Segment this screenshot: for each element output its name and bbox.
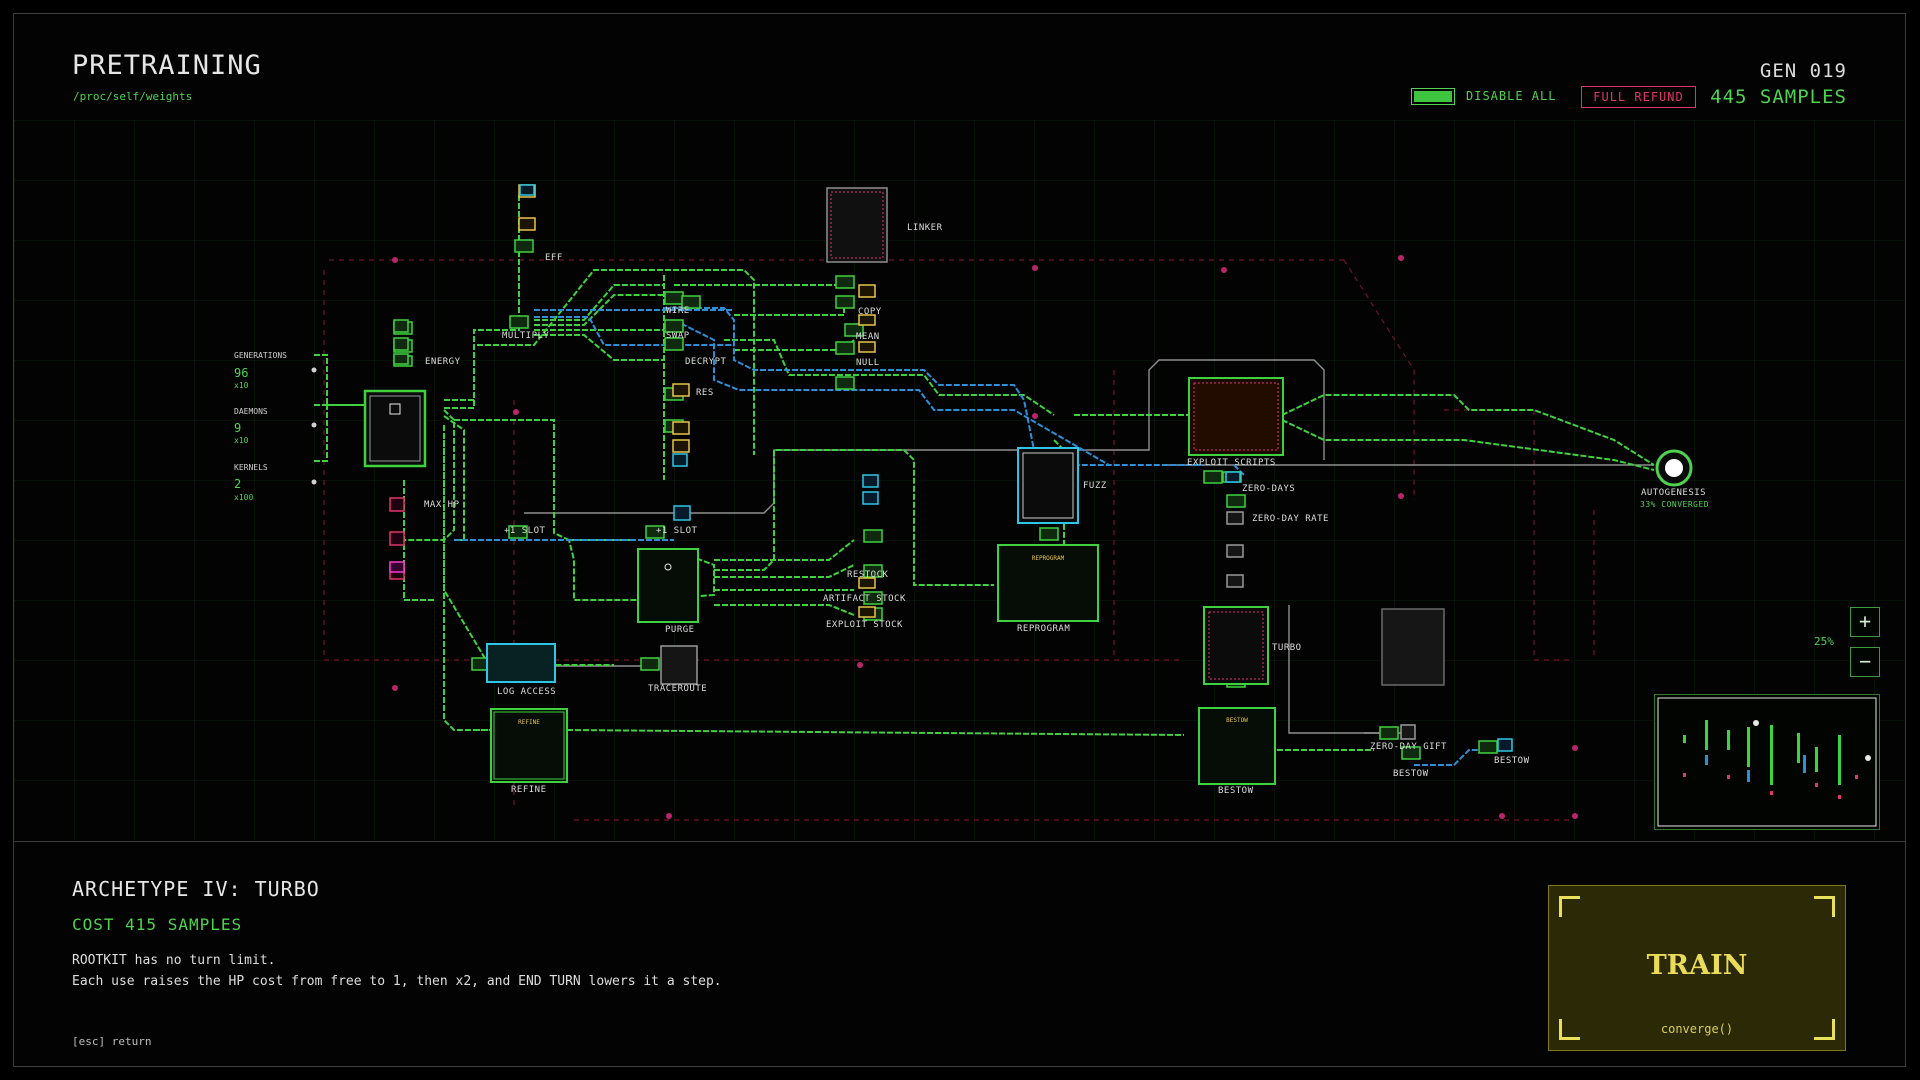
exploit-scripts-node[interactable] (1188, 377, 1284, 456)
locked-node[interactable] (1381, 608, 1445, 686)
purge-node[interactable] (637, 548, 699, 623)
kernels-value: 2 (234, 477, 241, 491)
label-swap: SWAP (666, 331, 690, 341)
label-max-hp: MAX HP (424, 500, 460, 510)
skill-tree-graph[interactable]: GENERATIONS 96 x10 DAEMONS 9 x10 KERNELS… (14, 120, 1904, 840)
svg-text:REFINE: REFINE (518, 719, 540, 726)
label-artifact-stock: ARTIFACT STOCK (823, 594, 906, 604)
daemons-label: DAEMONS (234, 407, 268, 416)
label-eff: EFF (545, 253, 563, 263)
label-energy: ENERGY (425, 357, 461, 367)
turbo-node[interactable] (1203, 606, 1269, 685)
panel-divider (13, 841, 1906, 842)
linker-node[interactable] (826, 187, 888, 263)
description-line-1: ROOTKIT has no turn limit. (72, 953, 276, 968)
label-purge: PURGE (665, 625, 695, 635)
label-slot-2: +1 SLOT (656, 526, 698, 536)
label-restock: RESTOCK (847, 570, 889, 580)
label-linker: LINKER (907, 223, 943, 233)
label-zero-days: ZERO-DAYS (1242, 484, 1295, 494)
label-exploit-stock: EXPLOIT STOCK (826, 620, 903, 630)
minimap-view (1657, 697, 1877, 827)
svg-text:REPROGRAM: REPROGRAM (1032, 555, 1065, 562)
label-multiply: MULTIPLY (502, 331, 549, 341)
label-zero-day-gift: ZERO-DAY GIFT (1370, 742, 1447, 752)
label-bestow: BESTOW (1218, 786, 1254, 796)
corner-bracket-icon (1559, 896, 1580, 917)
fuzz-node[interactable] (1017, 447, 1079, 524)
kernels-label: KERNELS (234, 463, 268, 472)
train-sublabel: converge() (1660, 1022, 1734, 1036)
zoom-in-button[interactable]: + (1850, 607, 1880, 637)
samples-counter: 445 SAMPLES (1710, 86, 1847, 108)
zoom-level: 25% (1814, 635, 1834, 648)
label-mean: MEAN (856, 332, 880, 342)
label-decrypt: DECRYPT (685, 357, 727, 367)
label-zero-day-rate: ZERO-DAY RATE (1252, 514, 1329, 524)
label-null: NULL (856, 358, 880, 368)
generation-counter: GEN 019 (1759, 60, 1847, 82)
label-copy: COPY (858, 307, 882, 317)
esc-return-hint[interactable]: [esc] return (72, 1035, 151, 1048)
archetype-cost: COST 415 SAMPLES (72, 915, 243, 934)
full-refund-button[interactable]: FULL REFUND (1581, 86, 1696, 108)
bestow-node[interactable]: BESTOW (1198, 707, 1276, 785)
zoom-out-button[interactable]: − (1850, 647, 1880, 677)
archetype-description: ROOTKIT has no turn limit. Each use rais… (72, 950, 722, 992)
reprogram-node[interactable]: REPROGRAM (997, 544, 1099, 622)
minimap[interactable] (1654, 694, 1880, 830)
generations-mult: x10 (234, 381, 249, 390)
label-slot-1: +1 SLOT (504, 526, 546, 536)
label-turbo: TURBO (1272, 643, 1302, 653)
label-refine: REFINE (511, 785, 547, 795)
label-traceroute: TRACEROUTE (648, 684, 707, 694)
label-log-access: LOG ACCESS (497, 687, 556, 697)
daemons-value: 9 (234, 421, 241, 435)
label-bestow-3: BESTOW (1494, 756, 1530, 766)
svg-text:BESTOW: BESTOW (1226, 717, 1248, 724)
grid-background (14, 120, 1904, 840)
page-title: PRETRAINING (72, 50, 262, 81)
label-wire: WIRE (666, 306, 690, 316)
refine-node[interactable]: REFINE (490, 708, 568, 783)
core-node[interactable] (363, 389, 427, 468)
archetype-title: ARCHETYPE IV: TURBO (72, 877, 320, 901)
kernels-mult: x100 (234, 493, 253, 502)
disable-all-toggle[interactable] (1411, 88, 1455, 105)
page-path: /proc/self/weights (73, 90, 193, 103)
generations-label: GENERATIONS (234, 351, 287, 360)
train-button[interactable]: TRAIN converge() (1548, 885, 1846, 1051)
label-reprogram: REPROGRAM (1017, 624, 1070, 634)
corner-bracket-icon (1814, 896, 1835, 917)
traceroute-node[interactable] (660, 645, 698, 685)
train-label: TRAIN (1646, 950, 1748, 981)
generations-value: 96 (234, 366, 248, 380)
label-fuzz: FUZZ (1083, 481, 1107, 491)
disable-all-label[interactable]: DISABLE ALL (1466, 89, 1556, 103)
label-autogenesis-sub: 33% CONVERGED (1640, 500, 1709, 509)
label-bestow-2: BESTOW (1393, 769, 1429, 779)
description-line-2: Each use raises the HP cost from free to… (72, 974, 722, 989)
autogenesis-node[interactable] (1655, 449, 1693, 487)
log-access-node[interactable] (486, 643, 556, 683)
label-autogenesis: AUTOGENESIS (1641, 488, 1706, 498)
daemons-mult: x10 (234, 436, 249, 445)
label-res: RES (696, 388, 714, 398)
label-exploit-scripts: EXPLOIT SCRIPTS (1187, 458, 1276, 468)
